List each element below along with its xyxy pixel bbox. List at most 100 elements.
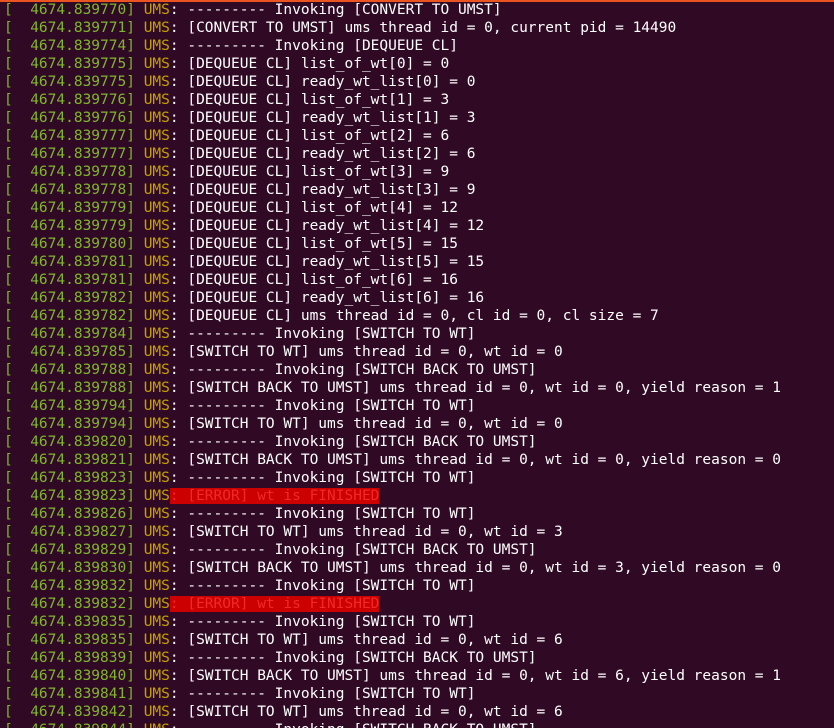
log-tag: UMS bbox=[143, 110, 170, 126]
log-tag: UMS bbox=[143, 452, 170, 468]
log-tag: UMS bbox=[143, 146, 170, 162]
log-timestamp: [ 4674.839788] bbox=[4, 380, 135, 396]
log-line: [ 4674.839823] UMS: --------- Invoking [… bbox=[4, 469, 781, 487]
log-timestamp: [ 4674.839776] bbox=[4, 92, 135, 108]
log-timestamp: [ 4674.839832] bbox=[4, 596, 135, 612]
log-timestamp: [ 4674.839835] bbox=[4, 614, 135, 630]
log-message: : [CONVERT TO UMST] ums thread id = 0, c… bbox=[169, 20, 677, 36]
log-line: [ 4674.839830] UMS: [SWITCH BACK TO UMST… bbox=[4, 559, 781, 577]
log-timestamp: [ 4674.839775] bbox=[4, 74, 135, 90]
log-timestamp: [ 4674.839823] bbox=[4, 470, 135, 486]
log-message: : [SWITCH TO WT] ums thread id = 0, wt i… bbox=[169, 524, 563, 540]
log-message: : --------- Invoking [SWITCH BACK TO UMS… bbox=[169, 362, 537, 378]
log-tag: UMS bbox=[143, 614, 170, 630]
log-message: : --------- Invoking [CONVERT TO UMST] bbox=[169, 2, 502, 18]
log-line: [ 4674.839788] UMS: [SWITCH BACK TO UMST… bbox=[4, 379, 781, 397]
log-message: : [DEQUEUE CL] list_of_wt[5] = 15 bbox=[169, 236, 458, 252]
log-timestamp: [ 4674.839778] bbox=[4, 164, 135, 180]
log-tag: UMS bbox=[143, 434, 170, 450]
log-tag: UMS bbox=[143, 326, 170, 342]
log-line: [ 4674.839770] UMS: --------- Invoking [… bbox=[4, 1, 781, 19]
log-message: : [DEQUEUE CL] list_of_wt[0] = 0 bbox=[169, 56, 450, 72]
log-message: : [DEQUEUE CL] list_of_wt[2] = 6 bbox=[169, 128, 450, 144]
log-line: [ 4674.839840] UMS: [SWITCH BACK TO UMST… bbox=[4, 667, 781, 685]
log-message: : [DEQUEUE CL] ready_wt_list[4] = 12 bbox=[169, 218, 485, 234]
log-line: [ 4674.839826] UMS: --------- Invoking [… bbox=[4, 505, 781, 523]
log-line: [ 4674.839827] UMS: [SWITCH TO WT] ums t… bbox=[4, 523, 781, 541]
log-line: [ 4674.839777] UMS: [DEQUEUE CL] ready_w… bbox=[4, 145, 781, 163]
log-line: [ 4674.839794] UMS: --------- Invoking [… bbox=[4, 397, 781, 415]
kernel-log-output: [ 4674.839770] UMS: --------- Invoking [… bbox=[4, 1, 781, 728]
terminal-window[interactable]: [ 4674.839770] UMS: --------- Invoking [… bbox=[0, 0, 834, 728]
log-tag: UMS bbox=[143, 218, 170, 234]
log-message: : --------- Invoking [SWITCH BACK TO UMS… bbox=[169, 542, 537, 558]
log-message: : --------- Invoking [SWITCH BACK TO UMS… bbox=[169, 650, 537, 666]
log-timestamp: [ 4674.839840] bbox=[4, 668, 135, 684]
log-message: : --------- Invoking [SWITCH TO WT] bbox=[169, 470, 476, 486]
log-tag: UMS bbox=[143, 236, 170, 252]
log-line: [ 4674.839782] UMS: [DEQUEUE CL] ready_w… bbox=[4, 289, 781, 307]
log-message: : [SWITCH BACK TO UMST] ums thread id = … bbox=[169, 560, 781, 576]
log-message: : [DEQUEUE CL] ready_wt_list[5] = 15 bbox=[169, 254, 485, 270]
log-message: : [SWITCH TO WT] ums thread id = 0, wt i… bbox=[169, 704, 563, 720]
log-tag: UMS bbox=[143, 290, 170, 306]
log-line: [ 4674.839785] UMS: [SWITCH TO WT] ums t… bbox=[4, 343, 781, 361]
log-message: : --------- Invoking [DEQUEUE CL] bbox=[169, 38, 458, 54]
log-tag: UMS bbox=[143, 200, 170, 216]
log-line: [ 4674.839841] UMS: --------- Invoking [… bbox=[4, 685, 781, 703]
log-tag: UMS bbox=[143, 74, 170, 90]
log-tag: UMS bbox=[143, 380, 170, 396]
log-tag: UMS bbox=[143, 272, 170, 288]
log-message: : [DEQUEUE CL] ready_wt_list[2] = 6 bbox=[169, 146, 476, 162]
log-tag: UMS bbox=[143, 542, 170, 558]
log-tag: UMS bbox=[143, 668, 170, 684]
log-message: : [DEQUEUE CL] ready_wt_list[6] = 16 bbox=[169, 290, 485, 306]
log-tag: UMS bbox=[143, 164, 170, 180]
log-message: : --------- Invoking [SWITCH TO WT] bbox=[169, 398, 476, 414]
log-line: [ 4674.839775] UMS: [DEQUEUE CL] list_of… bbox=[4, 55, 781, 73]
log-line: [ 4674.839835] UMS: [SWITCH TO WT] ums t… bbox=[4, 631, 781, 649]
log-timestamp: [ 4674.839826] bbox=[4, 506, 135, 522]
log-message: : [DEQUEUE CL] list_of_wt[3] = 9 bbox=[169, 164, 450, 180]
log-tag: UMS bbox=[143, 92, 170, 108]
log-timestamp: [ 4674.839832] bbox=[4, 578, 135, 594]
log-timestamp: [ 4674.839842] bbox=[4, 704, 135, 720]
log-timestamp: [ 4674.839781] bbox=[4, 254, 135, 270]
log-message: : [SWITCH TO WT] ums thread id = 0, wt i… bbox=[169, 632, 563, 648]
log-message: : --------- Invoking [SWITCH TO WT] bbox=[169, 578, 476, 594]
log-line: [ 4674.839829] UMS: --------- Invoking [… bbox=[4, 541, 781, 559]
log-line: [ 4674.839778] UMS: [DEQUEUE CL] ready_w… bbox=[4, 181, 781, 199]
log-timestamp: [ 4674.839844] bbox=[4, 722, 135, 728]
log-timestamp: [ 4674.839777] bbox=[4, 128, 135, 144]
log-message: : [DEQUEUE CL] ready_wt_list[1] = 3 bbox=[169, 110, 476, 126]
log-line: [ 4674.839782] UMS: [DEQUEUE CL] ums thr… bbox=[4, 307, 781, 325]
log-tag: UMS bbox=[143, 254, 170, 270]
log-timestamp: [ 4674.839780] bbox=[4, 236, 135, 252]
log-timestamp: [ 4674.839794] bbox=[4, 398, 135, 414]
log-error-message: : [ERROR] wt is FINISHED bbox=[169, 596, 380, 612]
log-message: : [DEQUEUE CL] list_of_wt[1] = 3 bbox=[169, 92, 450, 108]
log-tag: UMS bbox=[143, 2, 170, 18]
log-timestamp: [ 4674.839785] bbox=[4, 344, 135, 360]
log-line: [ 4674.839780] UMS: [DEQUEUE CL] list_of… bbox=[4, 235, 781, 253]
log-timestamp: [ 4674.839775] bbox=[4, 56, 135, 72]
log-timestamp: [ 4674.839778] bbox=[4, 182, 135, 198]
log-line: [ 4674.839781] UMS: [DEQUEUE CL] ready_w… bbox=[4, 253, 781, 271]
log-line: [ 4674.839821] UMS: [SWITCH BACK TO UMST… bbox=[4, 451, 781, 469]
log-error-message: : [ERROR] wt is FINISHED bbox=[169, 488, 380, 504]
log-tag: UMS bbox=[143, 362, 170, 378]
log-message: : [DEQUEUE CL] list_of_wt[6] = 16 bbox=[169, 272, 458, 288]
log-timestamp: [ 4674.839841] bbox=[4, 686, 135, 702]
log-tag: UMS bbox=[143, 20, 170, 36]
log-message: : [SWITCH BACK TO UMST] ums thread id = … bbox=[169, 380, 781, 396]
log-line: [ 4674.839844] UMS: --------- Invoking [… bbox=[4, 721, 781, 728]
log-line: [ 4674.839778] UMS: [DEQUEUE CL] list_of… bbox=[4, 163, 781, 181]
log-line: [ 4674.839788] UMS: --------- Invoking [… bbox=[4, 361, 781, 379]
log-message: : --------- Invoking [SWITCH TO WT] bbox=[169, 686, 476, 702]
log-timestamp: [ 4674.839820] bbox=[4, 434, 135, 450]
log-tag: UMS bbox=[143, 560, 170, 576]
log-line: [ 4674.839839] UMS: --------- Invoking [… bbox=[4, 649, 781, 667]
log-message: : [DEQUEUE CL] ready_wt_list[3] = 9 bbox=[169, 182, 476, 198]
log-timestamp: [ 4674.839782] bbox=[4, 290, 135, 306]
log-tag: UMS bbox=[143, 38, 170, 54]
